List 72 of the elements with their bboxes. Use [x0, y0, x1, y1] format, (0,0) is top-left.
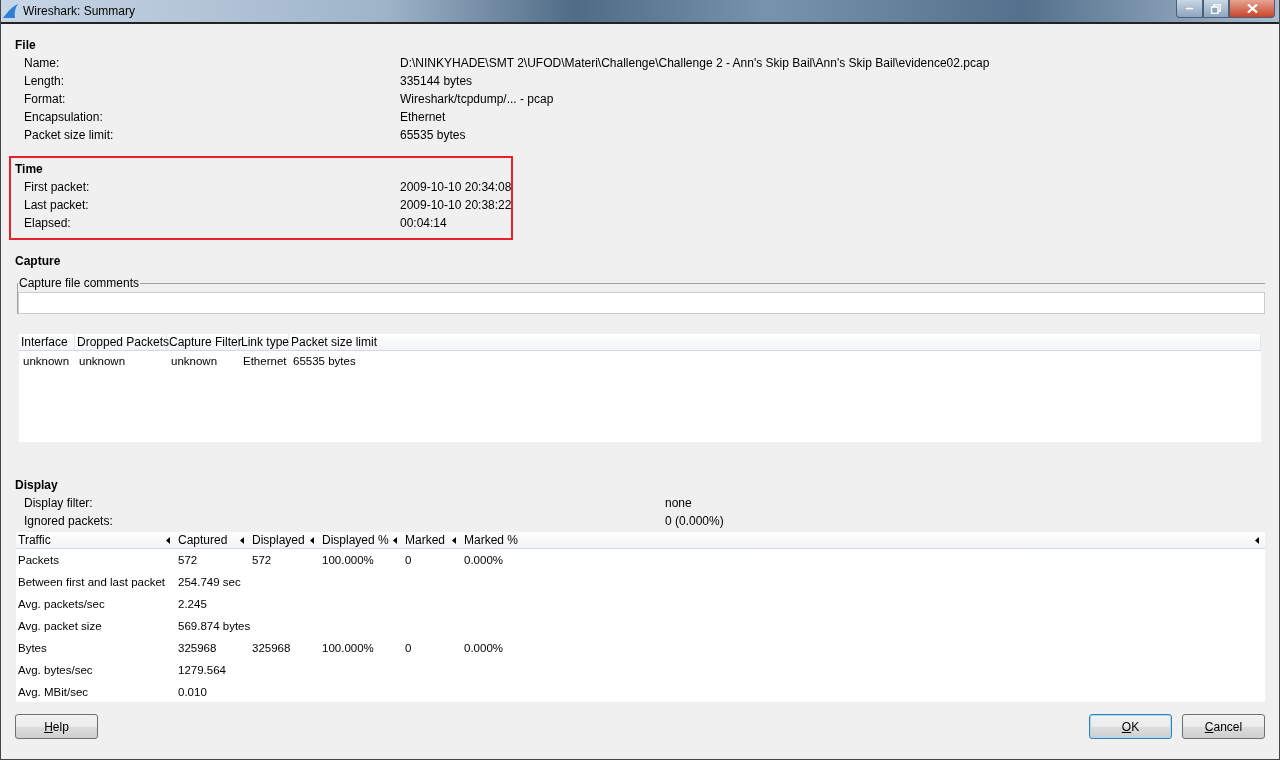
table-cell-text: 325968 — [177, 641, 218, 656]
table-cell-text: Ethernet — [242, 354, 288, 369]
field-value: 0 (0.000%) — [665, 513, 725, 530]
table-cell-text: Bytes — [17, 641, 48, 656]
table-cell-text: 569.874 bytes — [177, 619, 250, 634]
table-cell-text: 100.000% — [321, 641, 375, 656]
table-cell-text: 0 — [404, 641, 413, 656]
table-cell-text: 572 — [177, 553, 199, 568]
table-cell-text: Avg. MBit/sec — [17, 685, 90, 700]
restore-icon — [1211, 3, 1221, 14]
minimize-icon — [1185, 7, 1194, 10]
field-label: Format: — [24, 91, 67, 108]
field-value: Wireshark/tcpdump/... - pcap — [400, 91, 555, 108]
section-heading: File — [15, 37, 37, 54]
comments-field[interactable] — [18, 292, 1265, 314]
table-cell-text: Packets — [17, 553, 60, 568]
field-value: 65535 bytes — [400, 127, 467, 144]
fin-icon — [3, 4, 19, 18]
table-cell-text: 100.000% — [321, 553, 375, 568]
window-title: Wireshark: Summary — [23, 4, 136, 18]
table-cell-text: Avg. bytes/sec — [17, 663, 94, 678]
table-cell-text: unknown — [78, 354, 127, 369]
field-value: 00:04:14 — [400, 215, 448, 232]
table-cell-text: 1279.564 — [177, 663, 227, 678]
field-label: Last packet: — [24, 197, 90, 214]
column-header[interactable]: Packet size limit — [289, 334, 1261, 350]
field-value: Ethernet — [400, 109, 447, 126]
table-cell-text: 0.000% — [463, 553, 504, 568]
table-cell-text: unknown — [170, 354, 219, 369]
table-cell-text: 0.010 — [177, 685, 208, 700]
table-cell-text: 572 — [251, 553, 273, 568]
table-cell-text: unknown — [22, 354, 71, 369]
table-cell-text: Avg. packets/sec — [17, 597, 106, 612]
field-label: Name: — [24, 55, 61, 72]
help-button[interactable]: Help — [15, 714, 98, 739]
column-header[interactable]: Marked % — [462, 532, 1265, 548]
column-header[interactable]: Traffic — [16, 532, 176, 548]
close-icon — [1246, 4, 1258, 13]
table-cell-text: Avg. packet size — [17, 619, 103, 634]
table-cell-text: 325968 — [251, 641, 292, 656]
section-heading: Display — [15, 477, 59, 494]
section-heading: Capture — [15, 253, 62, 270]
ok-button[interactable]: OK — [1089, 714, 1172, 739]
field-label: Ignored packets: — [24, 513, 114, 530]
group-box-title: Capture file comments — [18, 276, 141, 290]
column-header[interactable]: Displayed — [250, 532, 320, 548]
field-label: Length: — [24, 73, 66, 90]
table-cell-text: 0.000% — [463, 641, 504, 656]
field-label: Display filter: — [24, 495, 94, 512]
field-value: 2009-10-10 20:38:22 — [400, 197, 512, 214]
field-value: D:\NINKYHADE\SMT 2\UFOD\Materi\Challenge\Challenge 2 - Ann's Skip Bail\Ann's Skip Bail\evidence02.pcap — [400, 55, 991, 72]
section-heading: Time — [15, 161, 44, 178]
column-header[interactable]: Captured — [176, 532, 250, 548]
column-header[interactable]: Marked — [403, 532, 462, 548]
field-value: none — [665, 495, 693, 512]
table-cell-text: Between first and last packet — [17, 575, 167, 590]
close-button[interactable] — [1229, 0, 1275, 18]
table-cell-text: 0 — [404, 553, 413, 568]
field-value: 335144 bytes — [400, 73, 474, 90]
table-cell-text: 2.245 — [177, 597, 208, 612]
field-value: 2009-10-10 20:34:08 — [400, 179, 512, 196]
minimize-button[interactable] — [1176, 0, 1203, 18]
field-label: First packet: — [24, 179, 91, 196]
field-label: Encapsulation: — [24, 109, 104, 126]
cancel-button[interactable]: Cancel — [1182, 714, 1265, 739]
column-header[interactable]: Interface — [19, 334, 75, 350]
column-header[interactable]: Displayed % — [320, 532, 403, 548]
restore-button[interactable] — [1203, 0, 1229, 18]
table-cell-text: 254.749 sec — [177, 575, 242, 590]
table-cell-text: 65535 bytes — [292, 354, 357, 369]
field-label: Elapsed: — [24, 215, 72, 232]
field-label: Packet size limit: — [24, 127, 115, 144]
